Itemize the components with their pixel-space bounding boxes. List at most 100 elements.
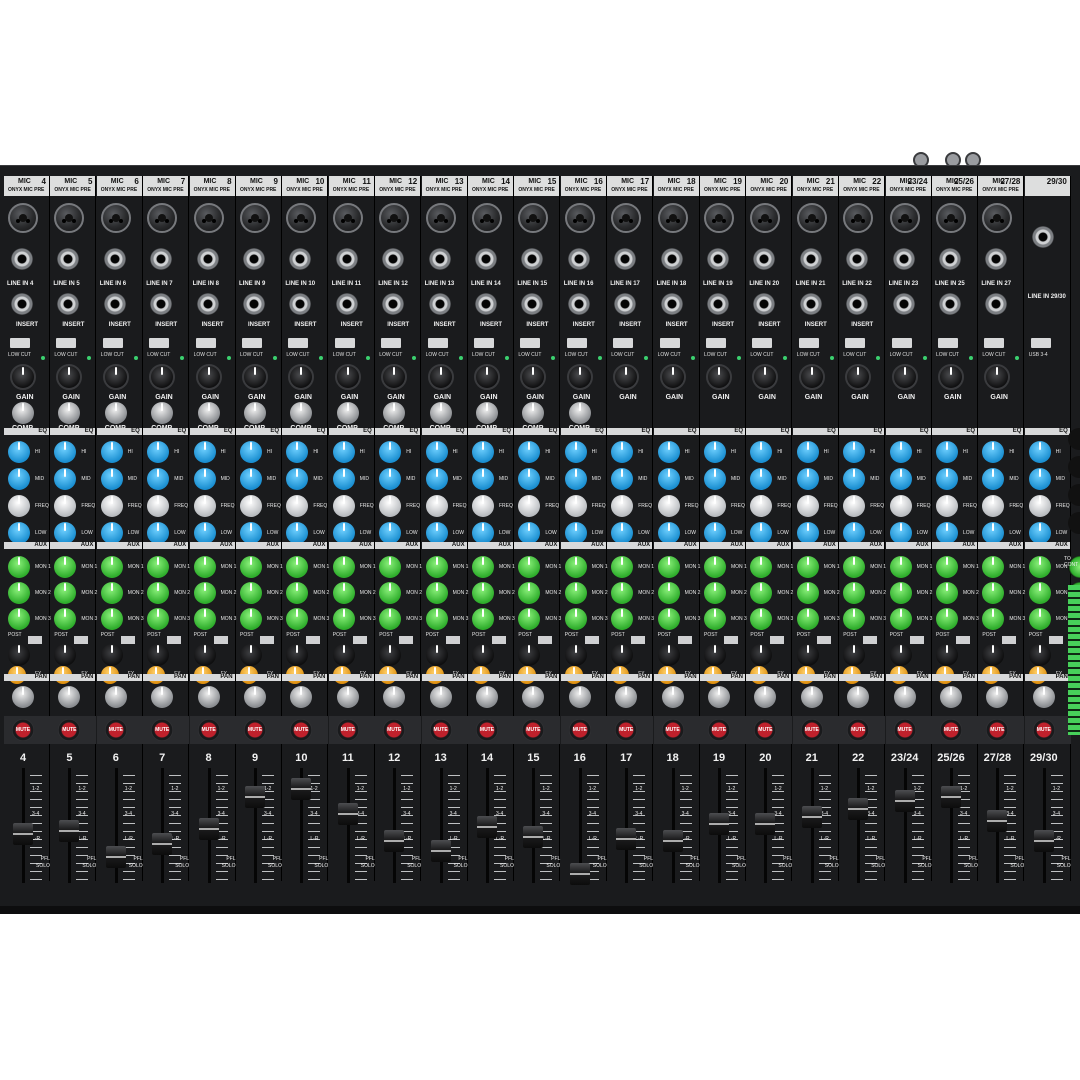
eq-low-knob[interactable] — [147, 522, 170, 544]
aux-knob[interactable] — [286, 644, 309, 666]
pan-knob[interactable] — [615, 686, 638, 708]
insert-jack[interactable] — [707, 293, 729, 315]
low-cut-button[interactable] — [56, 338, 77, 348]
aux-knob[interactable] — [564, 644, 587, 666]
aux-mon-1-knob[interactable] — [657, 556, 680, 578]
pre-post-button[interactable] — [445, 636, 460, 644]
pre-post-button[interactable] — [399, 636, 414, 644]
gain-knob[interactable] — [566, 364, 593, 390]
insert-jack[interactable] — [11, 293, 33, 315]
xlr-input[interactable] — [657, 203, 688, 233]
aux-mon-2-knob[interactable] — [425, 582, 448, 604]
eq-mid-knob[interactable] — [657, 468, 680, 490]
xlr-input[interactable] — [750, 203, 781, 233]
eq-low-knob[interactable] — [425, 522, 448, 544]
aux-mon-1-knob[interactable] — [147, 556, 170, 578]
pan-knob[interactable] — [336, 686, 359, 708]
pan-knob[interactable] — [429, 686, 452, 708]
eq-hi-knob[interactable] — [936, 441, 958, 463]
channel-fader[interactable] — [13, 823, 33, 845]
eq-hi-knob[interactable] — [1028, 441, 1051, 463]
eq-low-knob[interactable] — [796, 522, 819, 544]
line-input-jack[interactable] — [57, 248, 80, 270]
aux-mon-3-knob[interactable] — [704, 608, 726, 630]
eq-hi-knob[interactable] — [982, 441, 1005, 463]
comp-knob[interactable] — [151, 402, 174, 424]
aux-knob[interactable] — [425, 644, 448, 666]
eq-low-knob[interactable] — [54, 522, 77, 544]
insert-jack[interactable] — [660, 293, 683, 315]
aux-mon-1-knob[interactable] — [704, 556, 726, 578]
eq-freq-knob[interactable] — [750, 495, 773, 517]
line-input-jack[interactable] — [660, 248, 683, 270]
eq-hi-knob[interactable] — [425, 441, 448, 463]
gain-knob[interactable] — [938, 364, 964, 390]
eq-mid-knob[interactable] — [564, 468, 587, 490]
eq-freq-knob[interactable] — [611, 495, 634, 517]
aux-mon-2-knob[interactable] — [147, 582, 170, 604]
aux-mon-1-knob[interactable] — [100, 556, 123, 578]
aux-mon-2-knob[interactable] — [1028, 582, 1051, 604]
low-cut-button[interactable] — [566, 338, 587, 348]
low-cut-button[interactable] — [149, 338, 170, 348]
channel-fader[interactable] — [709, 813, 729, 835]
eq-low-knob[interactable] — [286, 522, 309, 544]
pre-post-button[interactable] — [167, 636, 182, 644]
line-input-jack-right[interactable] — [892, 293, 915, 315]
eq-low-knob[interactable] — [518, 522, 541, 544]
pan-knob[interactable] — [476, 686, 498, 708]
gain-knob[interactable] — [706, 364, 732, 390]
eq-hi-knob[interactable] — [8, 441, 30, 463]
eq-mid-knob[interactable] — [286, 468, 309, 490]
pre-post-button[interactable] — [677, 636, 692, 644]
line-input-jack[interactable] — [196, 248, 219, 270]
gain-knob[interactable] — [798, 364, 825, 390]
pre-post-button[interactable] — [863, 636, 878, 644]
low-cut-button[interactable] — [381, 338, 402, 348]
aux-knob[interactable] — [982, 644, 1005, 666]
aux-mon-2-knob[interactable] — [611, 582, 634, 604]
aux-mon-3-knob[interactable] — [657, 608, 680, 630]
low-cut-button[interactable] — [752, 338, 773, 348]
low-cut-button[interactable] — [706, 338, 726, 348]
channel-fader[interactable] — [987, 810, 1008, 832]
gain-knob[interactable] — [10, 364, 36, 390]
insert-jack[interactable] — [614, 293, 637, 315]
eq-low-knob[interactable] — [8, 522, 30, 544]
aux-mon-3-knob[interactable] — [100, 608, 123, 630]
eq-mid-knob[interactable] — [472, 468, 494, 490]
aux-mon-3-knob[interactable] — [843, 608, 866, 630]
channel-fader[interactable] — [894, 790, 915, 812]
aux-mon-1-knob[interactable] — [936, 556, 958, 578]
eq-mid-knob[interactable] — [704, 468, 726, 490]
aux-mon-3-knob[interactable] — [750, 608, 773, 630]
eq-freq-knob[interactable] — [657, 495, 680, 517]
line-input-jack[interactable] — [567, 248, 590, 270]
low-cut-button[interactable] — [845, 338, 866, 348]
pan-knob[interactable] — [522, 686, 545, 708]
insert-jack[interactable] — [382, 293, 405, 315]
aux-mon-1-knob[interactable] — [8, 556, 30, 578]
eq-mid-knob[interactable] — [936, 468, 958, 490]
aux-mon-2-knob[interactable] — [843, 582, 866, 604]
gain-knob[interactable] — [752, 364, 779, 390]
aux-knob[interactable] — [936, 644, 958, 666]
gain-knob[interactable] — [891, 364, 918, 390]
gain-knob[interactable] — [334, 364, 361, 390]
pre-post-button[interactable] — [584, 636, 599, 644]
eq-hi-knob[interactable] — [332, 441, 355, 463]
low-cut-button[interactable] — [520, 338, 541, 348]
xlr-input[interactable] — [796, 203, 827, 233]
line-input-jack-right[interactable] — [939, 293, 961, 315]
pan-knob[interactable] — [1032, 686, 1055, 708]
line-input-jack[interactable] — [799, 248, 822, 270]
line-input-jack[interactable] — [103, 248, 126, 270]
pre-post-button[interactable] — [260, 636, 274, 644]
pan-knob[interactable] — [244, 686, 266, 708]
aux-mon-1-knob[interactable] — [750, 556, 773, 578]
eq-mid-knob[interactable] — [425, 468, 448, 490]
aux-mon-2-knob[interactable] — [704, 582, 726, 604]
eq-hi-knob[interactable] — [704, 441, 726, 463]
eq-mid-knob[interactable] — [100, 468, 123, 490]
eq-low-knob[interactable] — [240, 522, 262, 544]
